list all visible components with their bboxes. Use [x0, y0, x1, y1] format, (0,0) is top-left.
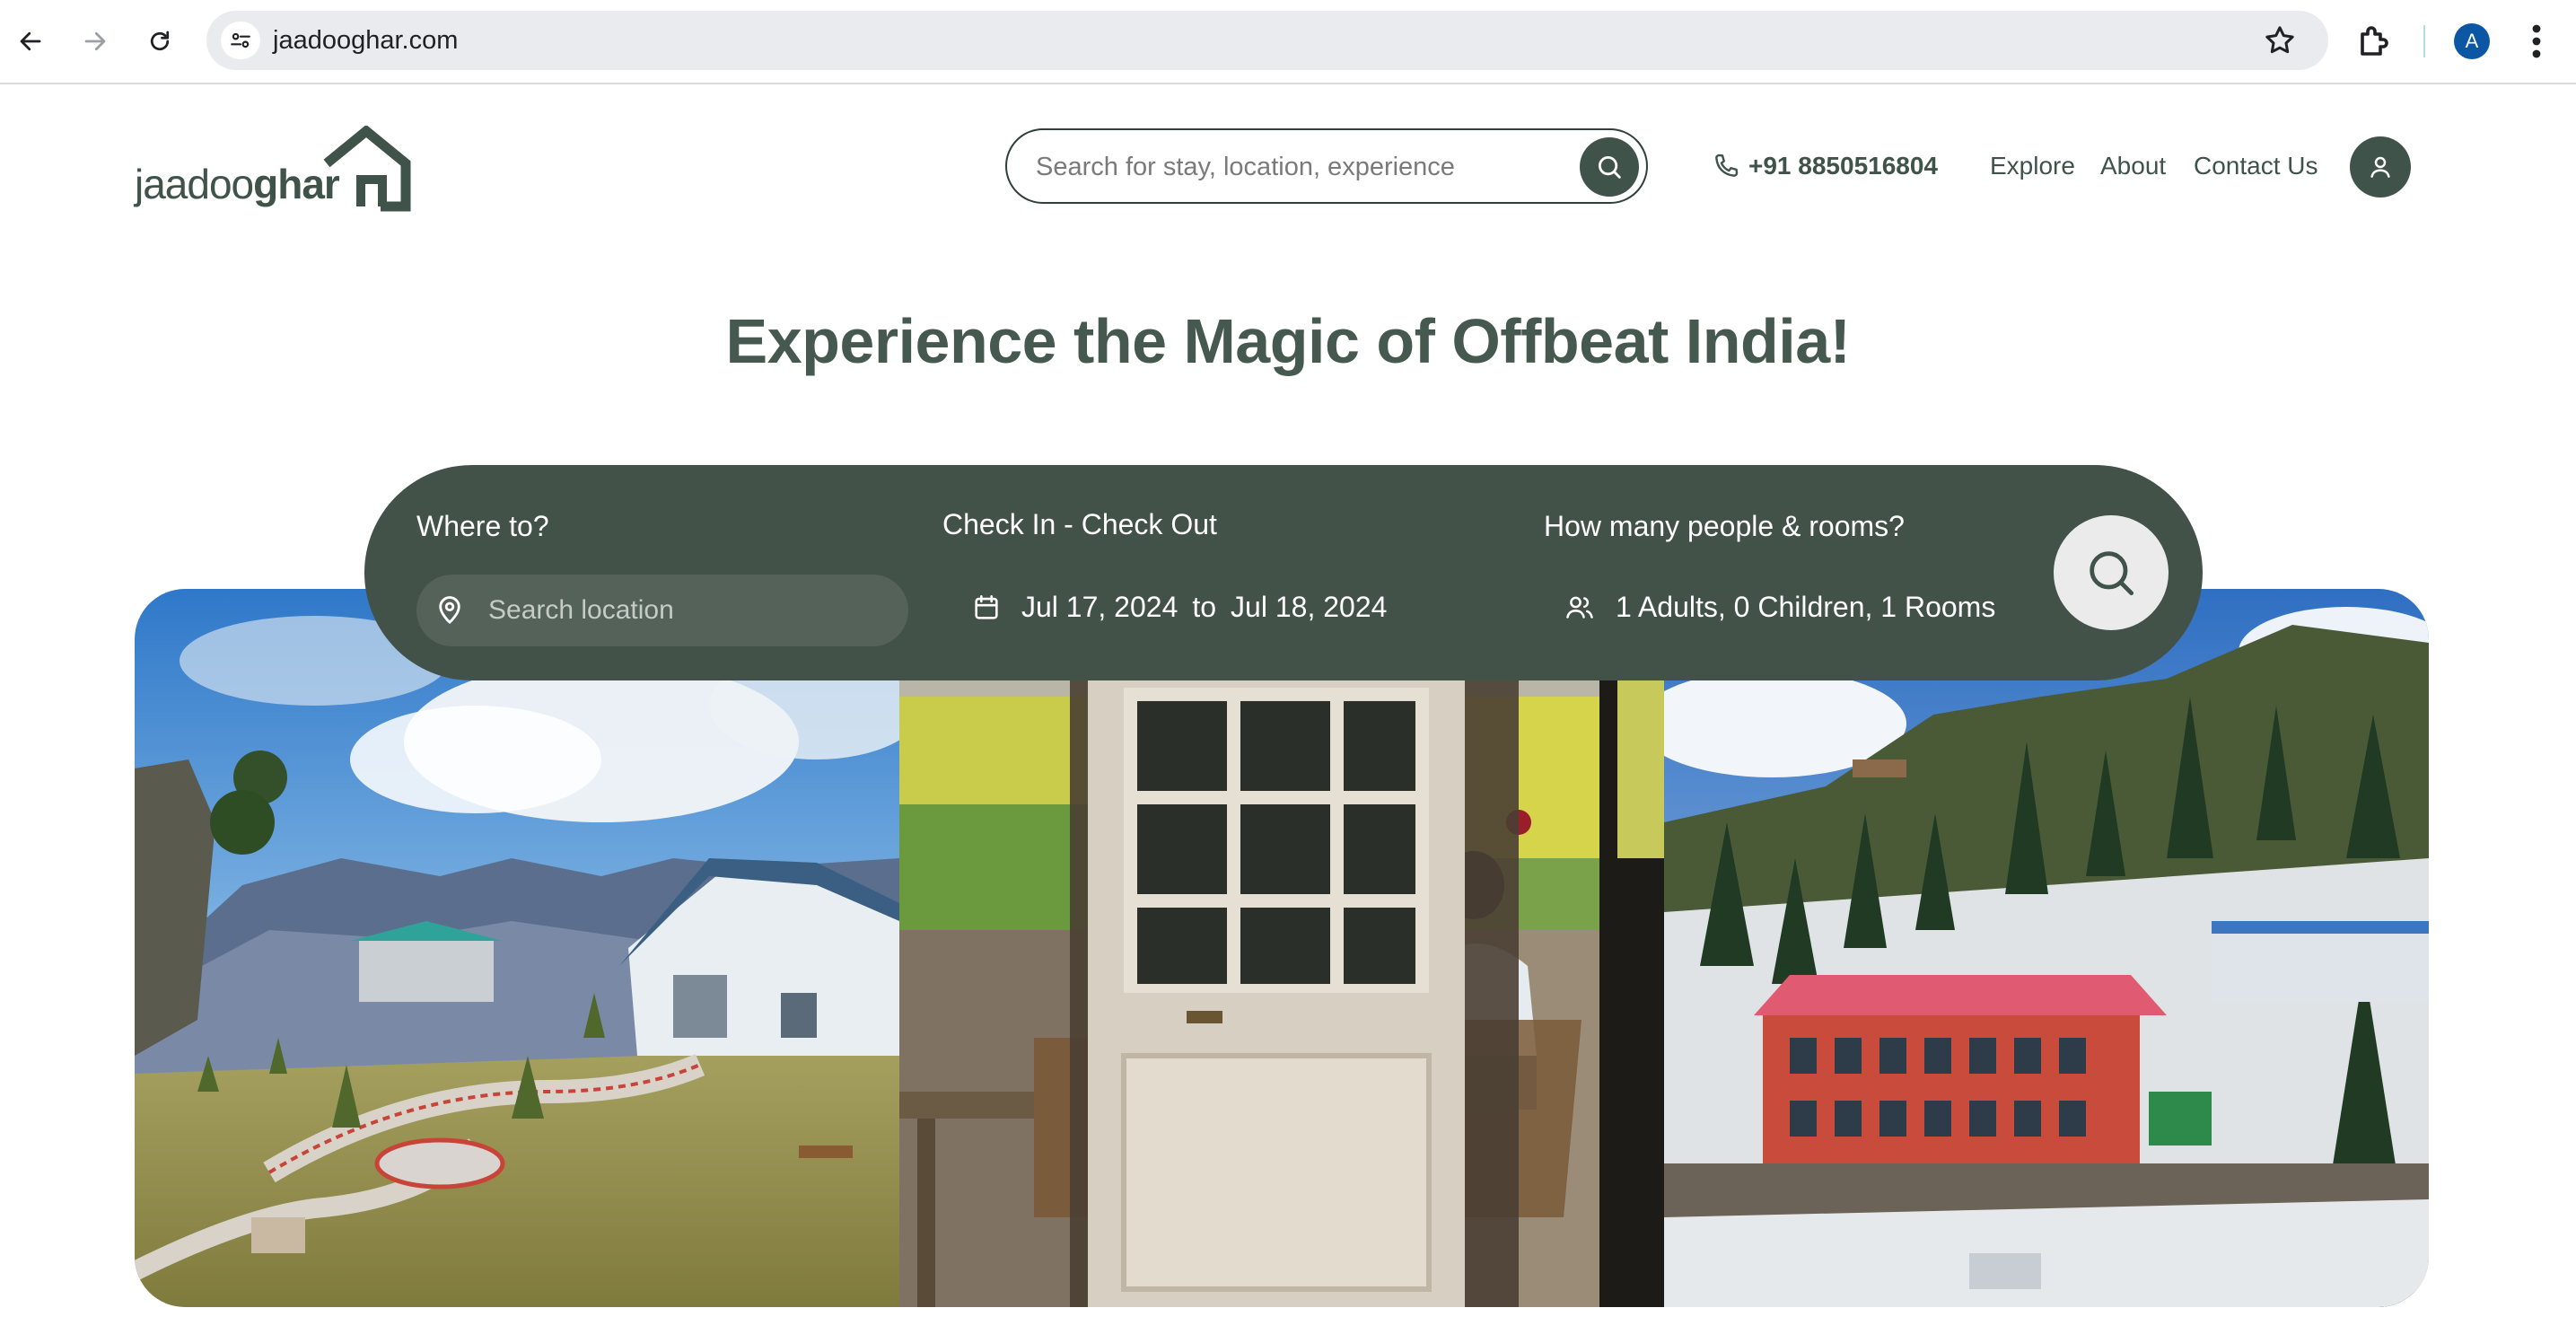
nav-contact-us[interactable]: Contact Us: [2194, 152, 2318, 180]
where-to-label: Where to?: [416, 510, 549, 542]
toolbar-divider: [2423, 25, 2425, 57]
profile-avatar[interactable]: A: [2454, 23, 2490, 59]
user-account-button[interactable]: [2350, 136, 2411, 198]
header-search-input[interactable]: [1034, 145, 1540, 189]
date-separator: to: [1192, 591, 1217, 623]
menu-kebab-icon[interactable]: [2519, 20, 2554, 63]
check-in-date[interactable]: Jul 17, 2024: [1021, 591, 1178, 624]
user-icon: [2370, 156, 2390, 178]
search-icon: [2090, 551, 2134, 596]
phone-icon: [1715, 154, 1739, 177]
hero-title: Experience the Magic of Offbeat India!: [725, 306, 1851, 376]
resort-lawn-photo: [135, 589, 899, 1307]
mountain-hotel-photo: [1664, 589, 2429, 1307]
dates-label: Check In - Check Out: [942, 508, 1217, 540]
address-bar[interactable]: jaadooghar.com: [206, 11, 2328, 70]
search-icon: [1598, 155, 1621, 179]
booking-search-bar: Where to? Check In - Check Out Jul 17, 2…: [364, 465, 2203, 680]
bookmark-star-icon[interactable]: [2262, 22, 2298, 58]
forward-arrow-icon[interactable]: [74, 20, 117, 63]
location-field[interactable]: [416, 575, 908, 646]
booking-search-button[interactable]: [2054, 515, 2169, 630]
date-range-picker[interactable]: Jul 17, 2024 to Jul 18, 2024: [971, 591, 1387, 624]
header-search-button[interactable]: [1580, 137, 1639, 197]
header-search: [1005, 128, 1648, 204]
guests-value: 1 Adults, 0 Children, 1 Rooms: [1616, 591, 1996, 623]
check-out-date[interactable]: Jul 18, 2024: [1231, 591, 1387, 624]
site-logo[interactable]: jaadooghar: [133, 126, 411, 212]
nav-explore[interactable]: Explore: [1990, 152, 2075, 180]
nav-about[interactable]: About: [2100, 152, 2166, 180]
guests-label: How many people & rooms?: [1544, 510, 1905, 542]
url-text[interactable]: jaadooghar.com: [273, 26, 458, 56]
doorway-field-photo: [899, 589, 1664, 1307]
house-logo-icon: [323, 126, 411, 212]
hero-gallery: [135, 589, 2429, 1307]
logo-wordmark: jaadooghar: [135, 161, 340, 207]
location-pin-icon: [439, 596, 460, 624]
site-settings-icon[interactable]: [221, 22, 260, 59]
phone-number: +91 8850516804: [1748, 152, 1938, 180]
guests-selector[interactable]: 1 Adults, 0 Children, 1 Rooms: [1564, 591, 1995, 624]
people-icon: [1566, 596, 1593, 619]
browser-toolbar: jaadooghar.com A: [0, 0, 2576, 84]
phone-link[interactable]: +91 8850516804: [1711, 151, 1938, 181]
back-arrow-icon[interactable]: [9, 20, 52, 63]
calendar-icon: [975, 594, 998, 619]
reload-icon[interactable]: [138, 20, 181, 63]
extensions-icon[interactable]: [2353, 20, 2396, 63]
location-input[interactable]: [486, 589, 885, 632]
